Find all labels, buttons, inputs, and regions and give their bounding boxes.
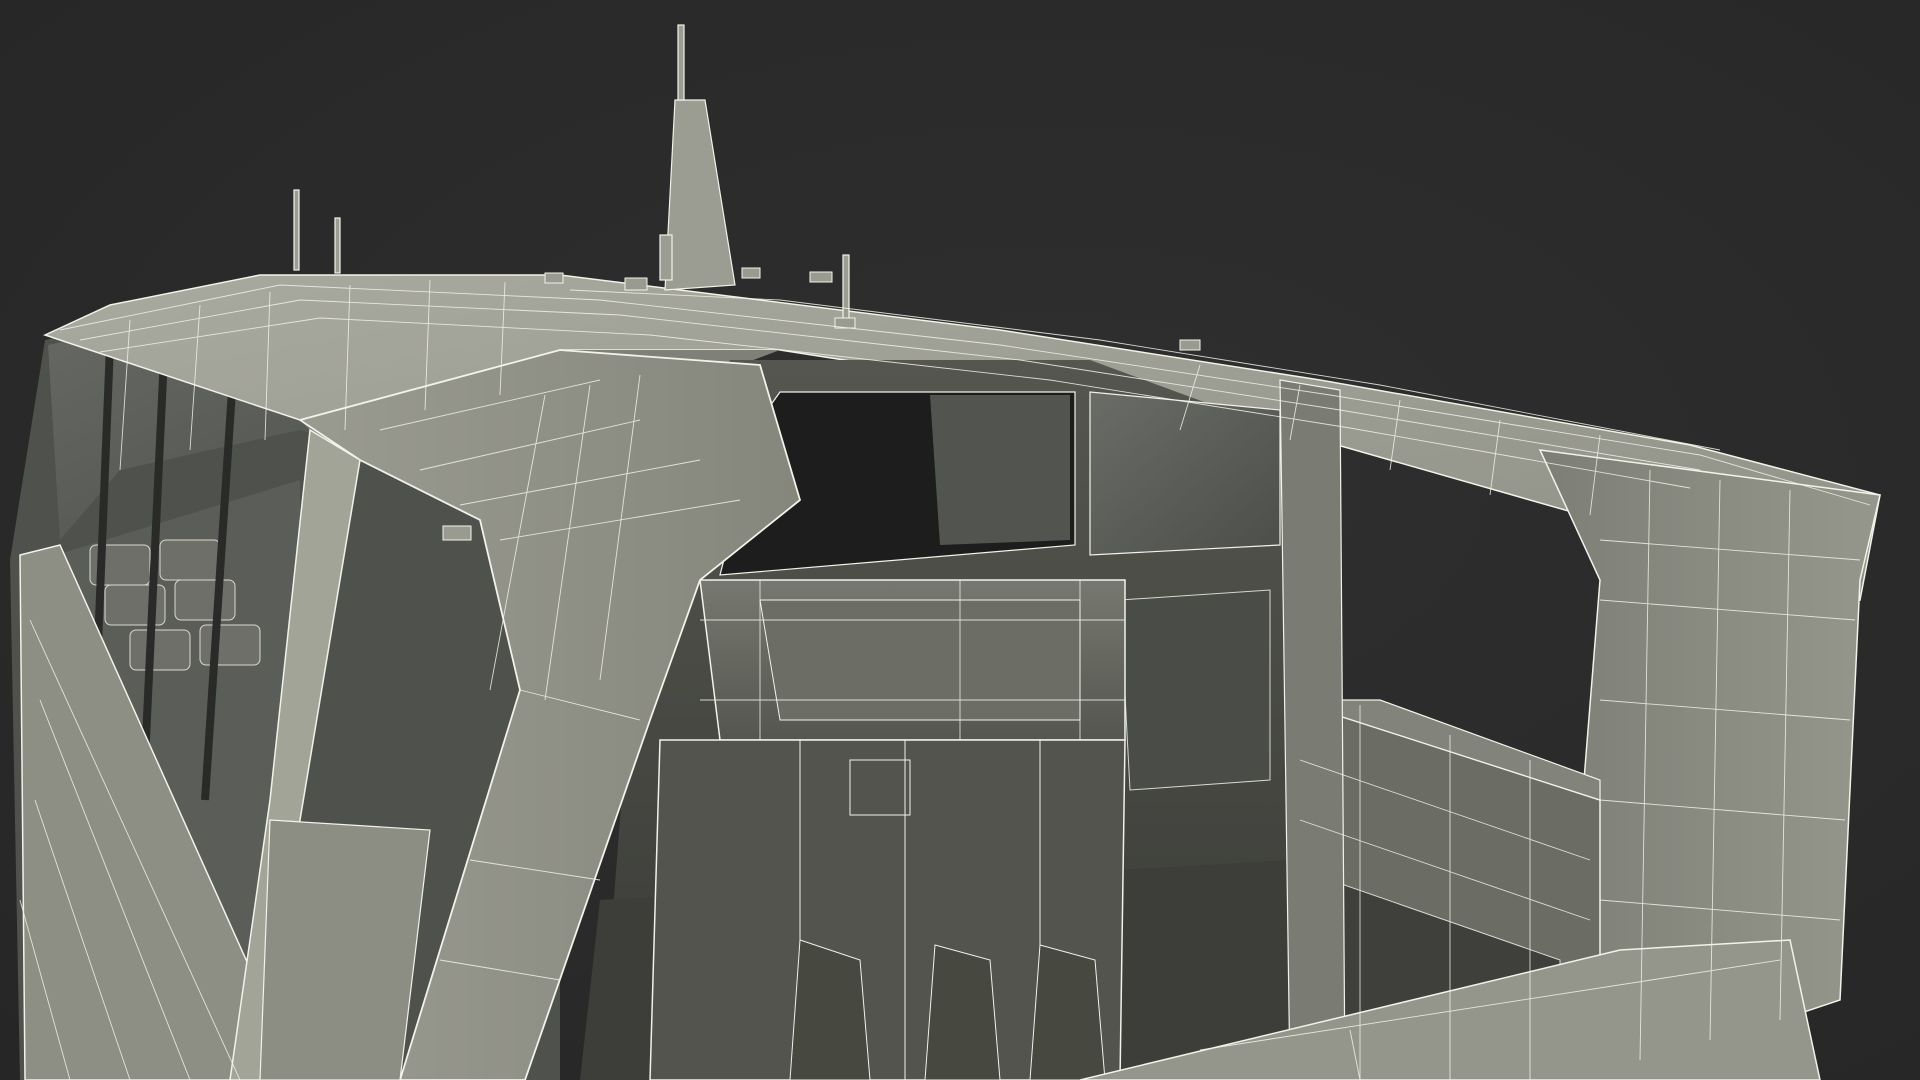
- wheelhouse-window: [1089, 391, 1281, 556]
- boat-wireframe-render: [10, 24, 1881, 1080]
- helm-console: [649, 579, 1126, 1080]
- helm-chairs: [789, 939, 1106, 1080]
- render-viewport: [0, 0, 1920, 1080]
